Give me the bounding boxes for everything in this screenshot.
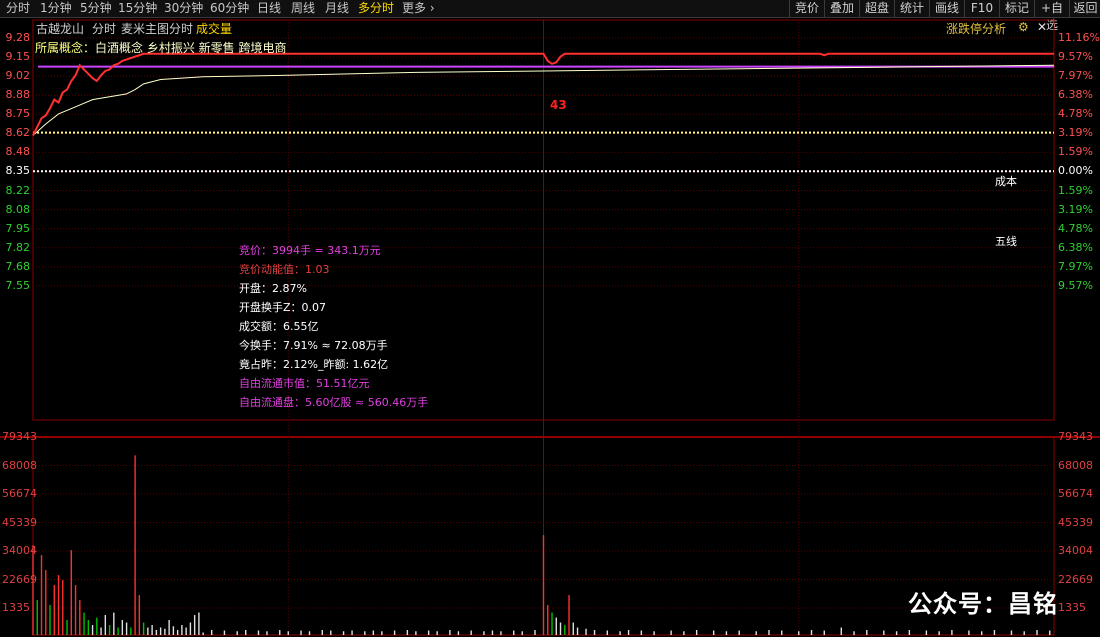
watermark: 公众号：昌铭 [908,590,1058,618]
event-count-marker[interactable]: 43 [550,98,567,112]
volume-axis-label-left: 1335 [2,601,30,614]
volume-axis-label-left: 79343 [2,430,37,443]
quote-info-label: 竞价： [239,244,272,257]
percent-axis-label: 4.78% [1058,107,1093,121]
quote-info-label: 开盘换手Z： [239,301,302,314]
quote-info-row: 成交额：6.55亿 [239,320,319,334]
price-axis-label: 9.28 [5,31,31,44]
percent-axis-label: 3.19% [1058,126,1093,140]
volume-axis-label-right: 1335 [1058,601,1086,614]
quote-info-value: 1.03 [305,263,330,276]
quote-info-label: 今换手： [239,339,283,352]
quote-info-value: 51.51亿元 [316,377,370,390]
close-icon[interactable]: ✕ [1037,20,1047,34]
volume-axis-label-left: 34004 [2,544,37,557]
concepts-row: 所属概念：白酒概念 乡村振兴 新零售 跨境电商 [35,39,286,56]
volume-label: 成交量 [196,22,233,36]
price-axis-label: 7.95 [5,221,31,235]
quote-info-label: 竞价动能值： [239,263,305,276]
quote-info-row: 今换手：7.91% ≈ 72.08万手 [239,339,388,353]
price-axis-label: 9.15 [5,50,31,64]
price-axis-label: 8.48 [5,145,31,159]
main-chart-label: 麦米主图分时 [121,22,194,36]
percent-axis-label: 6.38% [1058,240,1093,254]
quote-info-label: 成交额： [239,320,283,333]
percent-axis-label: 7.97% [1058,69,1093,83]
volume-axis-label-right: 34004 [1058,544,1093,557]
price-axis-label: 7.55 [5,278,31,292]
five-line-marker-label: 五线 [995,235,1017,248]
quote-info-value: 0.07 [301,301,327,314]
quote-info-label: 竟占昨： [239,358,283,371]
chart-mode: 分时 [92,22,117,36]
quote-info-value: 3994手 = 343.1万元 [272,244,381,257]
quote-info-value: 2.87% [272,282,307,295]
price-axis-label: 7.68 [5,259,31,273]
quote-info-label: 自由流通市值： [239,377,316,390]
volume-axis-label-left: 22669 [2,572,37,586]
volume-axis-label-right: 45339 [1058,515,1093,529]
price-axis-label: 7.82 [5,240,31,254]
quote-info-label: 开盘： [239,282,272,295]
percent-axis-label: 6.38% [1058,88,1093,102]
quote-info-row: 竞价：3994手 = 343.1万元 [239,244,381,258]
percent-axis-label: 11.16% [1058,31,1100,44]
price-axis-label: 8.22 [5,183,31,197]
percent-axis-label: 9.57% [1058,278,1093,292]
volume-axis-label-left: 56674 [2,487,37,500]
price-axis-label: 8.62 [5,126,31,140]
volume-axis-label-left: 68008 [2,458,37,472]
price-axis-label: 8.75 [5,107,31,121]
quote-info-row: 自由流通市值：51.51亿元 [239,377,370,391]
chart-title-bar: 古越龙山 分时 麦米主图分时 成交量 涨跌停分析 ⚙ ✕ [0,18,1100,38]
concepts-list: 白酒概念 乡村振兴 新零售 跨境电商 [95,41,287,55]
percent-axis-label: 9.57% [1058,50,1093,64]
percent-axis-label: 7.97% [1058,259,1093,273]
quote-info-row: 开盘换手Z：0.07 [239,301,326,315]
volume-axis-label-right: 22669 [1058,572,1093,586]
quote-info-row: 竞价动能值：1.03 [239,263,330,277]
price-axis-label: 8.88 [5,88,31,102]
percent-axis-label: 0.00% [1058,164,1093,178]
percent-axis-label: 1.59% [1058,145,1093,159]
price-axis-label: 8.08 [5,202,31,216]
volume-axis-label-left: 45339 [2,515,37,529]
quote-info-value: 5.60亿股 ≈ 560.46万手 [305,396,429,409]
concepts-label: 所属概念： [35,41,96,55]
percent-axis-label: 3.19% [1058,202,1093,216]
price-axis-label: 9.02 [5,69,31,83]
quote-info-row: 自由流通盘：5.60亿股 ≈ 560.46万手 [239,396,428,410]
quote-info-row: 竟占昨：2.12%_昨额: 1.62亿 [239,358,388,372]
settings-gear-icon[interactable]: ⚙ [1018,20,1029,34]
price-axis-label: 8.35 [5,164,31,178]
percent-axis-label: 1.59% [1058,183,1093,197]
stock-name: 古越龙山 [36,22,85,36]
quote-info-value: 7.91% ≈ 72.08万手 [283,339,388,352]
cost-marker-label: 成本 [995,175,1017,188]
quote-info-row: 开盘：2.87% [239,282,307,296]
intraday-chart [0,19,1100,636]
limit-analysis-link[interactable]: 涨跌停分析 [946,20,1006,37]
volume-axis-label-right: 68008 [1058,458,1093,472]
volume-axis-label-right: 79343 [1058,430,1093,443]
quote-info-label: 自由流通盘： [239,396,305,409]
percent-axis-label: 4.78% [1058,221,1093,235]
quote-info-value: 6.55亿 [283,320,319,333]
volume-axis-label-right: 56674 [1058,487,1093,500]
quote-info-value: 2.12%_昨额: 1.62亿 [283,358,389,371]
